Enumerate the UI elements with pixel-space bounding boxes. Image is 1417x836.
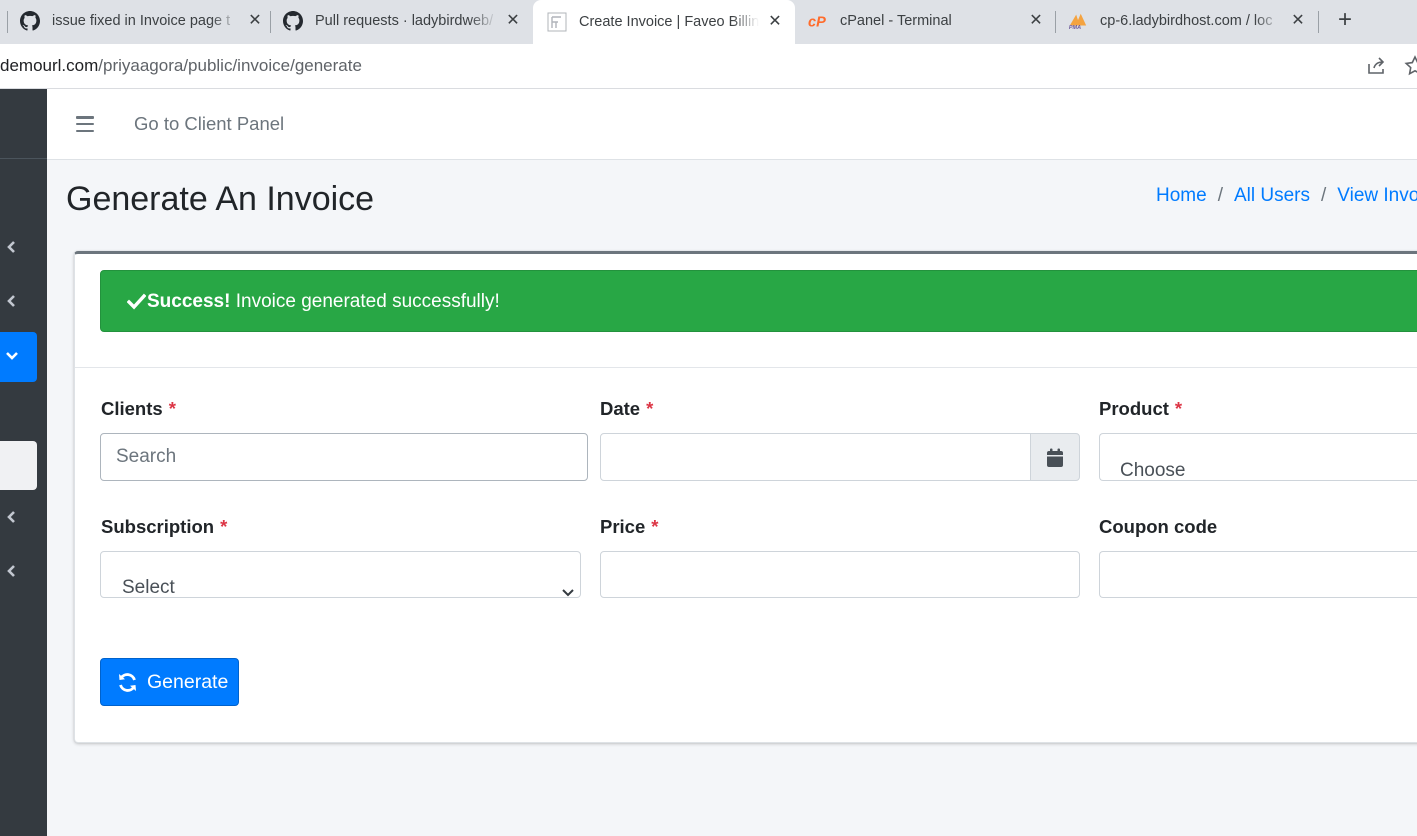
required-mark: * — [220, 516, 228, 537]
tab-title: Create Invoice | Faveo Billing — [579, 14, 759, 30]
chevron-left-icon[interactable] — [4, 509, 20, 525]
browser-tab-phpmyadmin[interactable]: PMA cp-6.ladybirdhost.com / loc ✕ — [1068, 0, 1308, 42]
chevron-down-icon — [561, 570, 575, 597]
tab-close-icon[interactable]: ✕ — [1288, 11, 1308, 31]
sidebar — [0, 89, 47, 836]
required-mark: * — [646, 398, 654, 419]
required-mark: * — [168, 398, 176, 419]
product-label: Product * — [1099, 398, 1182, 420]
price-label-text: Price — [600, 516, 646, 537]
browser-tab-cpanel-terminal[interactable]: cP cPanel - Terminal ✕ — [808, 0, 1046, 42]
browser-tab-strip: issue fixed in Invoice page t ✕ Pull req… — [0, 0, 1417, 44]
address-bar[interactable]: demourl.com/priyaagora/public/invoice/ge… — [0, 44, 1417, 89]
date-picker-button[interactable] — [1030, 433, 1080, 481]
browser-tab-create-invoice[interactable]: Create Invoice | Faveo Billing ✕ — [533, 0, 795, 44]
chevron-down-icon — [4, 348, 20, 369]
success-alert-text: Success! Invoice generated successfully! — [147, 291, 500, 313]
tab-close-icon[interactable]: ✕ — [765, 12, 785, 32]
cpanel-icon: cP — [808, 11, 828, 31]
sidebar-subitem-active[interactable] — [0, 441, 37, 490]
date-input[interactable] — [600, 433, 1031, 481]
success-alert-message: Invoice generated successfully! — [230, 291, 500, 312]
generate-button[interactable]: Generate — [100, 658, 239, 706]
chevron-left-icon[interactable] — [4, 293, 20, 309]
required-mark: * — [651, 516, 659, 537]
subscription-label: Subscription * — [101, 516, 227, 538]
product-select-value: Choose — [1120, 460, 1186, 481]
success-alert: Success! Invoice generated successfully! — [100, 270, 1417, 332]
product-select[interactable]: Choose — [1099, 433, 1417, 481]
tab-close-icon[interactable]: ✕ — [503, 11, 523, 31]
breadcrumb-view-invoices-link[interactable]: View Invoi — [1337, 185, 1417, 206]
url-host: demourl.com — [0, 56, 99, 75]
svg-text:cP: cP — [808, 14, 826, 30]
chevron-left-icon[interactable] — [4, 239, 20, 255]
calendar-icon — [1046, 448, 1064, 473]
new-tab-icon[interactable]: + — [1333, 8, 1357, 33]
top-navbar: Go to Client Panel — [47, 89, 1417, 160]
breadcrumb: Home / All Users / View Invoi — [1156, 185, 1417, 207]
check-icon — [126, 293, 147, 310]
generate-button-label: Generate — [147, 671, 229, 693]
coupon-code-input[interactable] — [1099, 551, 1417, 598]
tab-title: cp-6.ladybirdhost.com / loc — [1100, 13, 1273, 29]
browser-tab-issue-fixed[interactable]: issue fixed in Invoice page t ✕ — [20, 0, 265, 42]
sidebar-divider — [0, 158, 47, 159]
faveo-icon — [547, 12, 567, 32]
price-input[interactable] — [600, 551, 1080, 598]
breadcrumb-separator: / — [1320, 185, 1327, 206]
tab-close-icon[interactable]: ✕ — [1026, 11, 1046, 31]
share-icon[interactable] — [1366, 55, 1388, 77]
clients-label-text: Clients — [101, 398, 163, 419]
tab-separator — [1318, 11, 1319, 33]
sidebar-item-active[interactable] — [0, 332, 37, 382]
clients-label: Clients * — [101, 398, 176, 420]
subscription-select[interactable]: Select — [100, 551, 581, 598]
sync-icon — [117, 672, 138, 693]
phpmyadmin-icon: PMA — [1068, 11, 1088, 31]
tab-title: Pull requests · ladybirdweb/ — [315, 13, 494, 29]
tab-title: cPanel - Terminal — [840, 13, 952, 29]
required-mark: * — [1174, 398, 1183, 419]
tab-separator — [270, 11, 271, 33]
url-text[interactable]: demourl.com/priyaagora/public/invoice/ge… — [0, 56, 362, 76]
tab-separator — [1055, 11, 1056, 33]
subscription-select-value: Select — [122, 577, 175, 598]
svg-text:PMA: PMA — [1069, 25, 1081, 31]
date-label: Date * — [600, 398, 653, 420]
tab-separator — [7, 11, 8, 33]
url-path: /priyaagora/public/invoice/generate — [98, 56, 362, 75]
success-alert-strong: Success! — [147, 291, 231, 312]
hamburger-menu-icon[interactable] — [76, 116, 94, 133]
card-divider — [75, 367, 1417, 368]
product-label-text: Product — [1099, 398, 1169, 419]
price-label: Price * — [600, 516, 658, 538]
tab-title: issue fixed in Invoice page t — [52, 13, 231, 29]
coupon-code-label: Coupon code — [1099, 516, 1218, 537]
page-title: Generate An Invoice — [66, 180, 375, 218]
breadcrumb-separator: / — [1217, 185, 1223, 206]
breadcrumb-home-link[interactable]: Home — [1156, 185, 1207, 206]
browser-tab-pull-requests[interactable]: Pull requests · ladybirdweb/ ✕ — [283, 0, 523, 42]
github-icon — [283, 11, 303, 31]
date-label-text: Date — [600, 398, 641, 419]
clients-search-input[interactable] — [100, 433, 588, 481]
breadcrumb-all-users-link[interactable]: All Users — [1234, 185, 1310, 206]
github-icon — [20, 11, 40, 31]
go-to-client-panel-link[interactable]: Go to Client Panel — [134, 113, 284, 135]
bookmark-star-icon[interactable] — [1404, 55, 1417, 77]
tab-close-icon[interactable]: ✕ — [245, 11, 265, 31]
chevron-left-icon[interactable] — [4, 563, 20, 579]
subscription-label-text: Subscription — [101, 516, 215, 537]
